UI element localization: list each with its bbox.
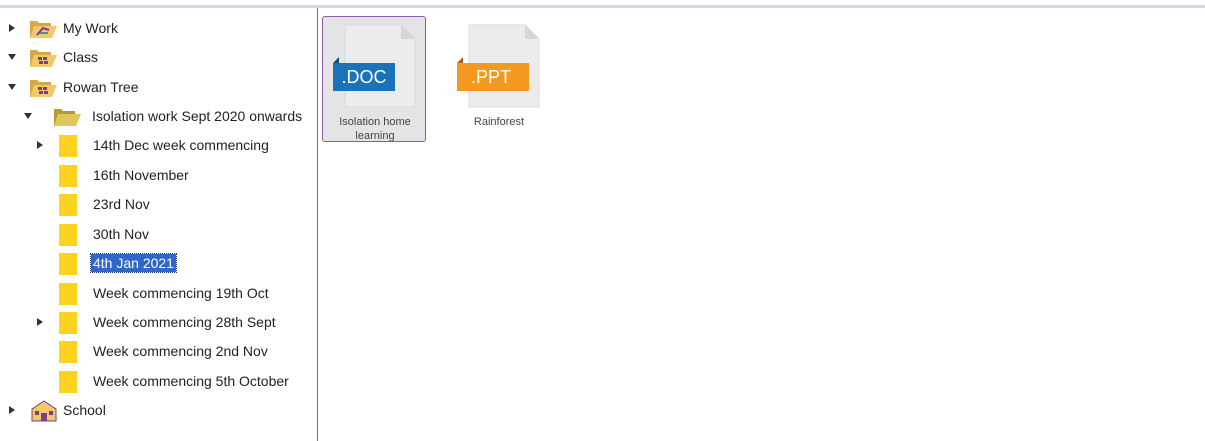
folder-icon	[55, 250, 89, 276]
collapse-arrow-icon[interactable]	[23, 111, 33, 121]
tree-item-label: Class	[63, 49, 99, 65]
tree-item-label: Rowan Tree	[63, 79, 139, 95]
tree-item-label: 14th Dec week commencing	[93, 137, 269, 153]
doc-badge-label: .DOC	[342, 67, 387, 87]
tree-item[interactable]: Rowan Tree	[0, 73, 317, 101]
class-folder-icon	[27, 74, 61, 100]
collapse-arrow-icon[interactable]	[7, 82, 17, 92]
tree-item-label: 23rd Nov	[93, 196, 150, 212]
tree-item-label: 30th Nov	[93, 226, 150, 242]
tree-item-label: Week commencing 19th Oct	[93, 285, 269, 301]
tree-item[interactable]: 16th November	[0, 161, 317, 189]
file-list: .DOC Isolation home learning .PPT Rainfo…	[318, 8, 1205, 441]
collapse-arrow-icon[interactable]	[7, 52, 17, 62]
tree-item[interactable]: 14th Dec week commencing	[0, 131, 317, 159]
expand-arrow-icon[interactable]	[7, 23, 17, 33]
folder-icon	[55, 338, 89, 364]
expand-arrow-icon[interactable]	[35, 140, 45, 150]
tree-item-label: Week commencing 5th October	[93, 373, 289, 389]
tree-item[interactable]: 4th Jan 2021	[0, 249, 317, 277]
ppt-file-icon: .PPT	[457, 24, 540, 108]
folder-icon	[55, 368, 89, 394]
file-name: Rainforest	[473, 116, 525, 128]
folder-icon	[55, 309, 89, 335]
folder-icon	[55, 162, 89, 188]
tree-item[interactable]: Week commencing 19th Oct	[0, 279, 317, 307]
folder-icon	[55, 191, 89, 217]
tree-item[interactable]: Isolation work Sept 2020 onwards	[0, 102, 317, 130]
folder-tree[interactable]: My Work Class Rowan Tree Isolation work Sep…	[0, 8, 317, 441]
folder-icon	[55, 132, 89, 158]
open-folder-icon	[51, 103, 85, 129]
tree-item[interactable]: 30th Nov	[0, 220, 317, 248]
tree-item[interactable]: 23rd Nov	[0, 190, 317, 218]
folder-icon	[55, 221, 89, 247]
tree-item-label: 4th Jan 2021	[90, 253, 177, 273]
tree-item[interactable]: Week commencing 28th Sept	[0, 308, 317, 336]
tree-item-label: My Work	[63, 20, 118, 36]
file-name: Isolation home learning	[339, 116, 411, 142]
tree-item-label: Isolation work Sept 2020 onwards	[92, 108, 303, 124]
my-work-folder-icon	[27, 15, 61, 41]
school-icon	[27, 397, 61, 423]
expand-arrow-icon[interactable]	[7, 405, 17, 415]
tree-item-label: Week commencing 28th Sept	[93, 314, 276, 330]
tree-item[interactable]: My Work	[0, 14, 317, 42]
class-folder-icon	[27, 44, 61, 70]
folder-icon	[55, 280, 89, 306]
tree-item[interactable]: Week commencing 5th October	[0, 367, 317, 395]
expand-arrow-icon[interactable]	[35, 317, 45, 327]
tree-item[interactable]: Week commencing 2nd Nov	[0, 337, 317, 365]
tree-item-label: 16th November	[93, 167, 189, 183]
tree-item[interactable]: Class	[0, 43, 317, 71]
tree-item-label: School	[63, 402, 106, 418]
doc-file-icon: .DOC	[333, 24, 416, 108]
tree-item[interactable]: School	[0, 396, 317, 424]
ppt-badge-label: .PPT	[471, 67, 511, 87]
file-tile[interactable]: .PPT Rainforest	[446, 16, 550, 142]
tree-item-label: Week commencing 2nd Nov	[93, 343, 268, 359]
file-tile[interactable]: .DOC Isolation home learning	[322, 16, 426, 142]
file-browser: My Work Class Rowan Tree Isolation work Sep…	[0, 0, 1205, 441]
